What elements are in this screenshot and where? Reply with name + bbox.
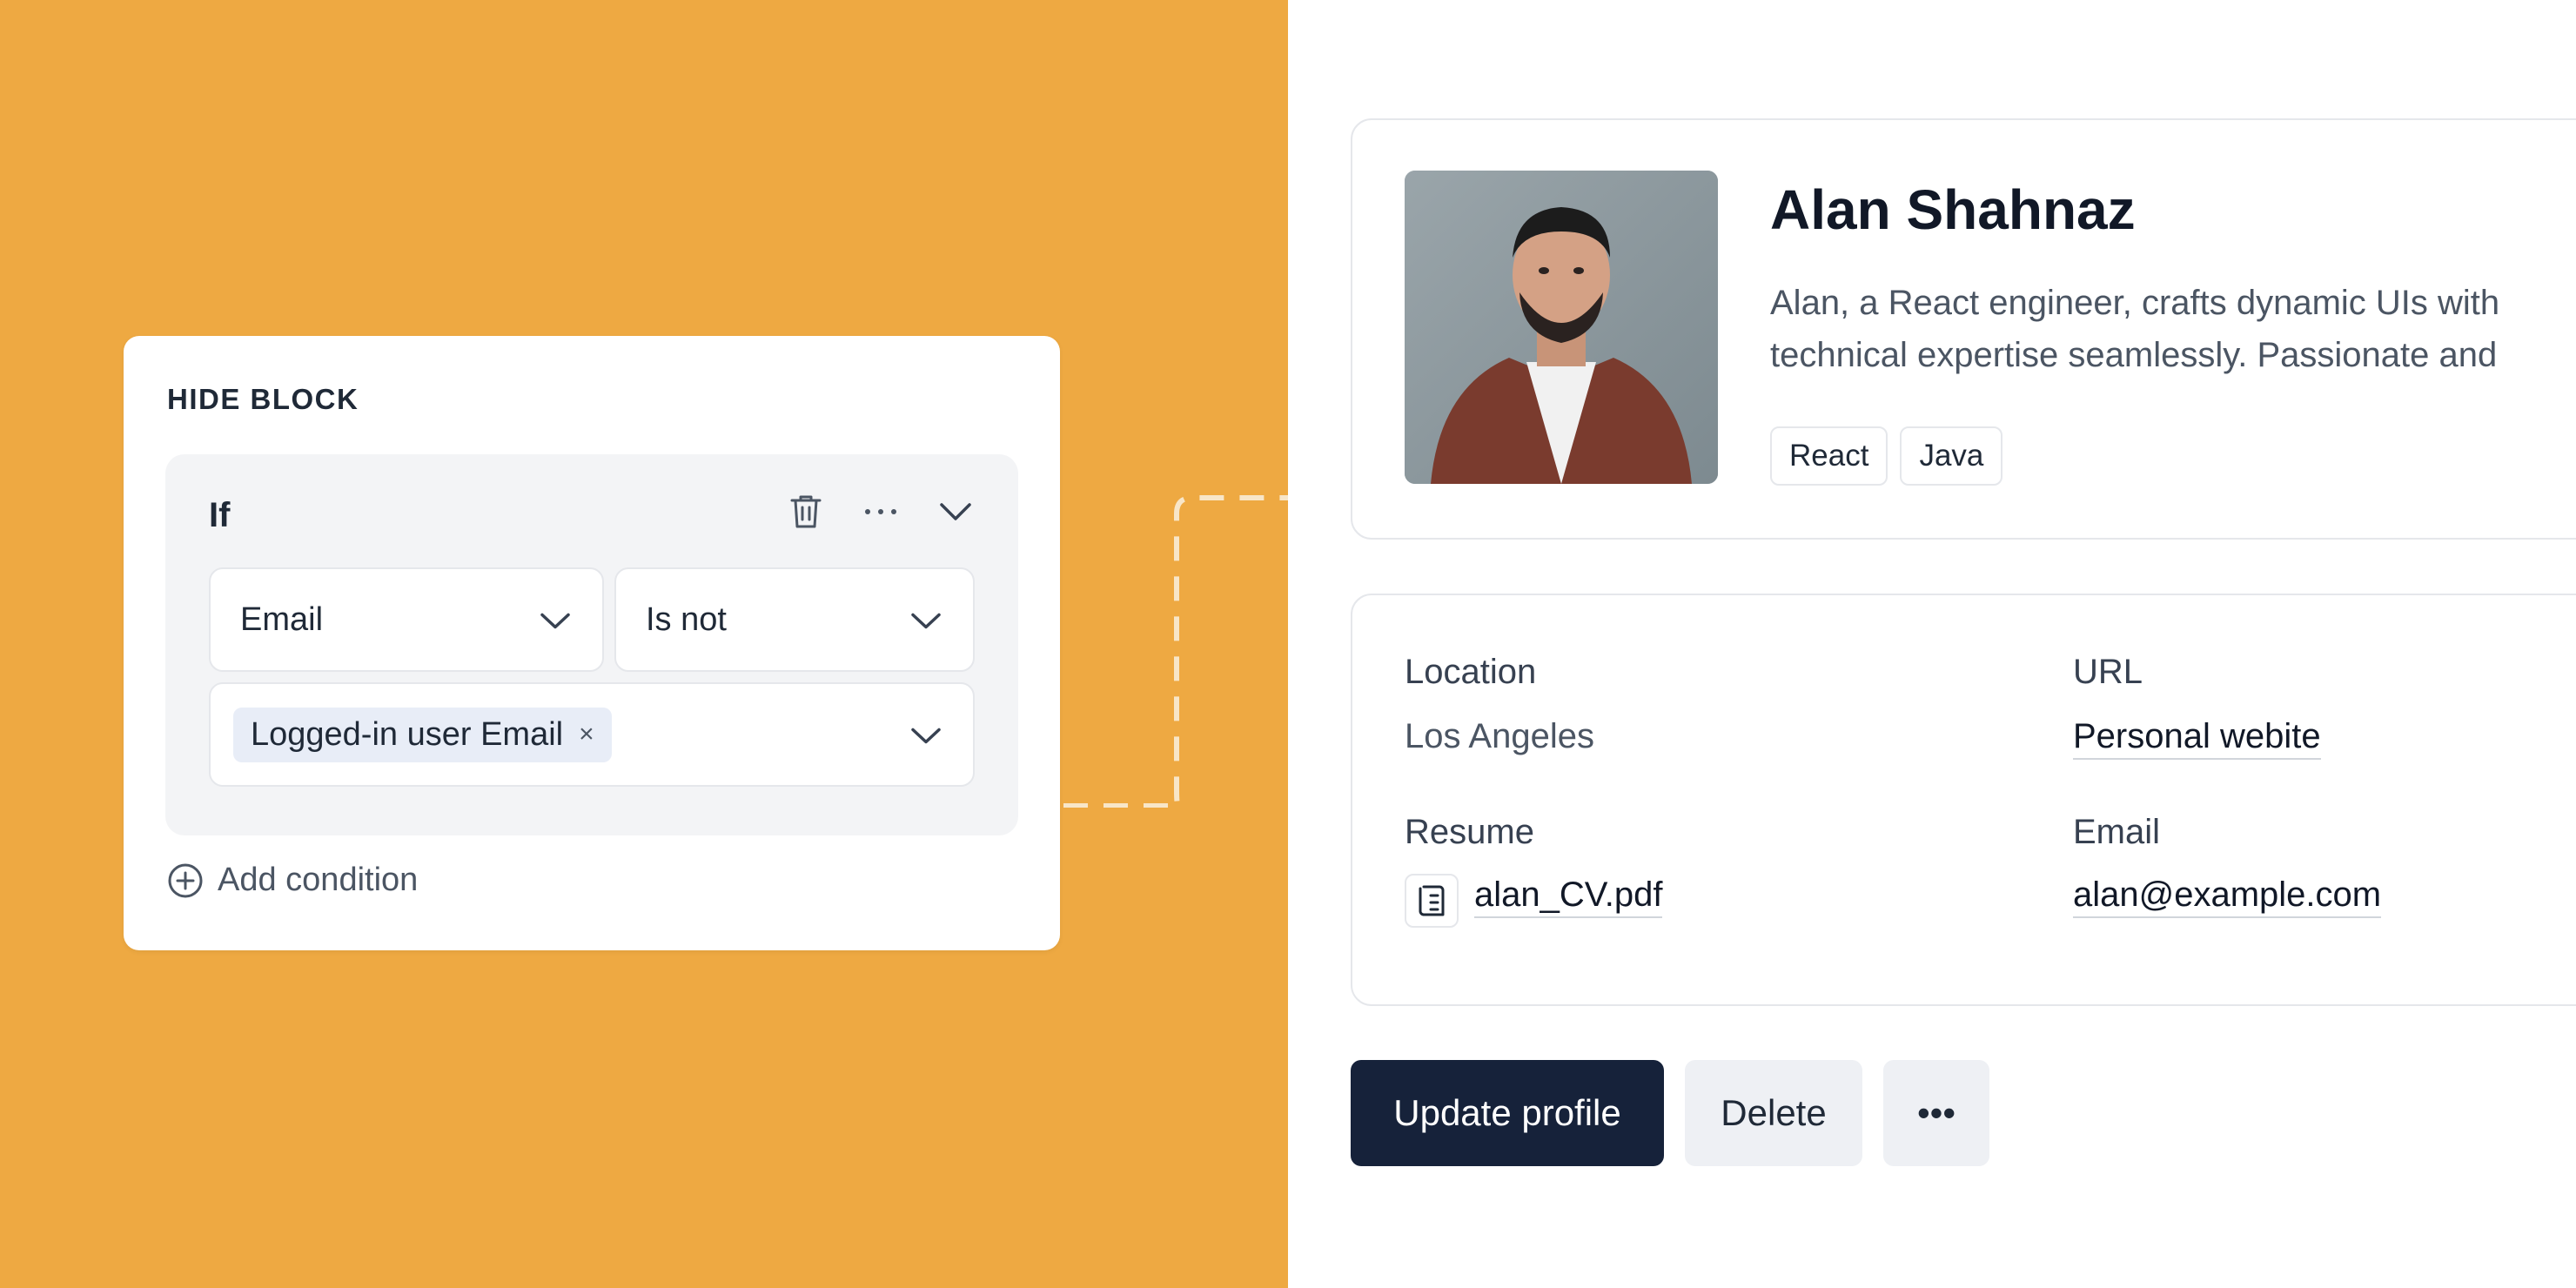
skill-tags: React Java (1770, 426, 2003, 486)
chevron-down-icon[interactable] (936, 493, 975, 531)
value-chip: Logged-in user Email × (233, 707, 612, 762)
file-icon (1405, 874, 1459, 928)
chevron-down-icon (910, 716, 942, 754)
avatar (1405, 171, 1718, 484)
details-card: Location Los Angeles URL Personal webite… (1351, 594, 2576, 1006)
add-condition-label: Add condition (218, 862, 419, 898)
left-panel: HIDE BLOCK If Email Is not Logged-in use… (0, 0, 1290, 1288)
operator-select-value: Is not (646, 600, 727, 638)
connector-line (1063, 495, 1290, 808)
value-chip-label: Logged-in user Email (251, 715, 564, 753)
if-label: If (209, 496, 231, 534)
resume-label: Resume (1405, 813, 1534, 851)
condition-panel: If Email Is not Logged-in user Email × (165, 454, 1018, 835)
resume-link[interactable]: alan_CV.pdf (1474, 875, 1663, 918)
profile-name: Alan Shahnaz (1770, 178, 2136, 241)
email-link[interactable]: alan@example.com (2073, 875, 2382, 918)
profile-bio-line: Alan, a React engineer, crafts dynamic U… (1770, 284, 2500, 322)
url-label: URL (2073, 653, 2143, 691)
condition-actions (787, 493, 975, 531)
delete-button[interactable]: Delete (1685, 1060, 1862, 1166)
more-horizontal-icon[interactable] (862, 493, 900, 531)
email-label: Email (2073, 813, 2161, 851)
url-link[interactable]: Personal webite (2073, 717, 2321, 760)
hide-block-title: HIDE BLOCK (167, 383, 359, 415)
operator-select[interactable]: Is not (614, 567, 975, 672)
chevron-down-icon (540, 601, 571, 639)
field-select-value: Email (240, 600, 324, 638)
tag-java: Java (1900, 426, 2003, 486)
more-options-button[interactable]: ••• (1883, 1060, 1989, 1166)
update-profile-button[interactable]: Update profile (1351, 1060, 1664, 1166)
chip-remove-icon[interactable]: × (579, 720, 594, 749)
profile-card: Alan Shahnaz Alan, a React engineer, cra… (1351, 118, 2576, 540)
right-panel: Alan Shahnaz Alan, a React engineer, cra… (1288, 0, 2576, 1288)
tag-react: React (1770, 426, 1888, 486)
location-value: Los Angeles (1405, 717, 1594, 755)
location-label: Location (1405, 653, 1537, 691)
field-select[interactable]: Email (209, 567, 604, 672)
profile-bio-line: technical expertise seamlessly. Passiona… (1770, 336, 2498, 374)
add-condition-button[interactable]: Add condition (167, 862, 418, 899)
value-select[interactable]: Logged-in user Email × (209, 682, 975, 787)
hide-block-card: HIDE BLOCK If Email Is not Logged-in use… (124, 336, 1060, 950)
trash-icon[interactable] (787, 493, 825, 531)
chevron-down-icon (910, 601, 942, 639)
profile-bio: Alan, a React engineer, crafts dynamic U… (1770, 277, 2576, 381)
plus-circle-icon (168, 863, 203, 897)
